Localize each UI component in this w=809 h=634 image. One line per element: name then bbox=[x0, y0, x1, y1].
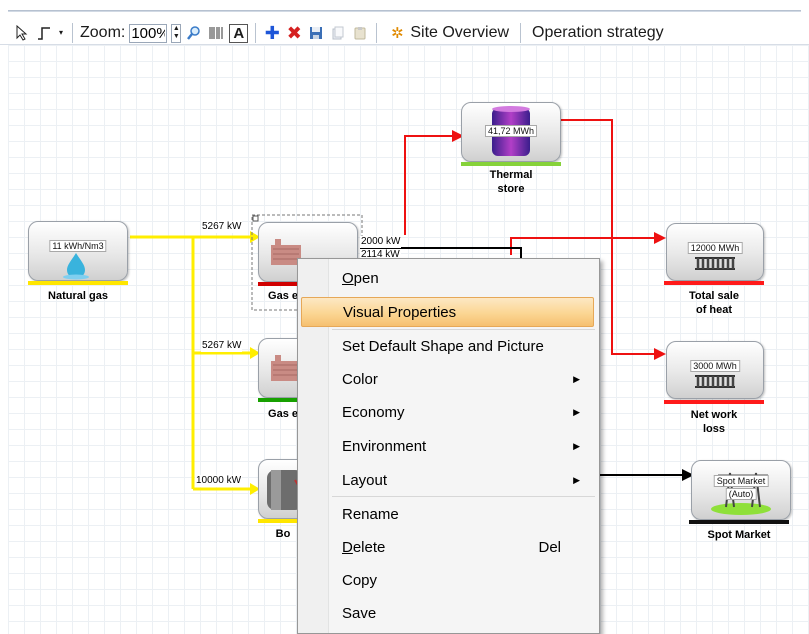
menu-item-layout[interactable]: Layout ▶ bbox=[301, 465, 594, 495]
barcode-icon[interactable] bbox=[207, 24, 225, 42]
open-label-rest: pen bbox=[353, 269, 379, 287]
magnifier-icon[interactable] bbox=[185, 24, 203, 42]
thermal-store-bar bbox=[461, 162, 561, 166]
zoom-input[interactable] bbox=[129, 23, 168, 43]
operation-strategy-button[interactable]: Operation strategy bbox=[528, 22, 668, 44]
net-work-loss-label-2: loss bbox=[702, 423, 725, 435]
toolbar-separator bbox=[72, 23, 73, 43]
spot-market-bar bbox=[689, 520, 789, 524]
menu-item-visual-properties-label: Visual Properties bbox=[343, 303, 457, 321]
menu-item-open[interactable]: Open bbox=[301, 263, 594, 293]
site-overview-label: Site Overview bbox=[410, 24, 510, 41]
delete-shortcut: Del bbox=[538, 538, 561, 556]
thermal-store-label-1: Thermal bbox=[489, 169, 533, 181]
total-sale-label-2: of heat bbox=[695, 304, 733, 316]
context-menu: Open Visual Properties Set Default Shape… bbox=[297, 258, 600, 634]
heat-line-to-store bbox=[404, 135, 455, 235]
menu-item-open-label: Open bbox=[342, 270, 379, 287]
node-net-work-loss[interactable]: 3000 MWh bbox=[666, 341, 764, 399]
node-total-sale[interactable]: 12000 MWh bbox=[666, 223, 764, 281]
menu-item-copy[interactable]: Copy bbox=[301, 565, 594, 595]
arrow-net-work-loss bbox=[654, 348, 666, 360]
toolbar-separator bbox=[376, 23, 378, 43]
flow-label-boiler: 10000 kW bbox=[195, 475, 243, 487]
water-drop-icon bbox=[63, 253, 89, 280]
add-icon[interactable]: ✚ bbox=[263, 24, 281, 42]
menu-item-environment[interactable]: Environment ▶ bbox=[301, 431, 594, 461]
delete-label-rest: elete bbox=[352, 538, 386, 556]
menu-item-economy-label: Economy bbox=[342, 403, 405, 421]
connector-icon[interactable] bbox=[35, 24, 53, 42]
spin-up-icon[interactable]: ▲ bbox=[172, 25, 180, 33]
pointer-icon[interactable] bbox=[13, 24, 31, 42]
spot-market-label: Spot Market bbox=[707, 529, 771, 541]
total-sale-value: 12000 MWh bbox=[687, 242, 743, 254]
toolbar-divider bbox=[8, 10, 801, 12]
submenu-arrow-icon: ▶ bbox=[573, 474, 580, 485]
submenu-arrow-icon: ▶ bbox=[573, 406, 580, 417]
spot-market-value-1: Spot Market bbox=[713, 475, 769, 487]
total-sale-label-1: Total sale bbox=[689, 290, 739, 302]
delete-icon[interactable]: ✖ bbox=[285, 24, 303, 42]
delete-access-key: D bbox=[342, 538, 353, 556]
spin-down-icon[interactable]: ▼ bbox=[172, 33, 180, 41]
menu-item-economy[interactable]: Economy ▶ bbox=[301, 397, 594, 427]
natural-gas-value: 11 kWh/Nm3 bbox=[49, 240, 107, 252]
menu-item-save-label: Save bbox=[342, 604, 377, 622]
open-access-key: O bbox=[342, 269, 354, 287]
spot-market-value-2: (Auto) bbox=[725, 488, 757, 500]
node-spot-market[interactable]: Spot Market (Auto) bbox=[691, 460, 791, 520]
site-overview-icon: ✲ bbox=[391, 24, 404, 42]
net-work-loss-bar bbox=[664, 400, 764, 404]
radiator-icon bbox=[695, 375, 735, 388]
net-work-loss-value: 3000 MWh bbox=[690, 360, 740, 372]
menu-item-visual-properties[interactable]: Visual Properties bbox=[301, 297, 594, 327]
heat-line-to-sale bbox=[510, 237, 656, 255]
menu-item-rename[interactable]: Rename bbox=[301, 499, 594, 529]
dropdown-arrow-icon[interactable]: ▾ bbox=[57, 24, 65, 42]
natural-gas-bar bbox=[28, 281, 128, 285]
save-icon[interactable] bbox=[307, 24, 325, 42]
thermal-store-value: 41,72 MWh bbox=[484, 125, 538, 137]
menu-item-set-default[interactable]: Set Default Shape and Picture bbox=[301, 331, 594, 361]
net-work-loss-label-1: Net work bbox=[690, 409, 738, 421]
flow-label-power: 2000 kW bbox=[360, 236, 402, 248]
operation-strategy-label: Operation strategy bbox=[532, 24, 664, 41]
total-sale-bar bbox=[664, 281, 764, 285]
menu-item-color-label: Color bbox=[342, 370, 378, 388]
selection-handle bbox=[252, 215, 259, 222]
menu-item-copy-label: Copy bbox=[342, 571, 378, 589]
thermal-store-label-2: store bbox=[497, 183, 525, 195]
toolbar: ▾ Zoom: ▲ ▼ A ✚ ✖ ✲ Site Overview bbox=[0, 0, 809, 45]
natural-gas-label: Natural gas bbox=[48, 290, 108, 302]
flow-label-engine-1: 5267 kW bbox=[201, 221, 243, 233]
site-overview-button[interactable]: ✲ Site Overview bbox=[384, 22, 513, 44]
zoom-spinner[interactable]: ▲ ▼ bbox=[171, 23, 182, 43]
node-natural-gas[interactable]: 11 kWh/Nm3 bbox=[28, 221, 128, 281]
zoom-label: Zoom: bbox=[80, 24, 126, 41]
submenu-arrow-icon: ▶ bbox=[573, 440, 580, 451]
submenu-arrow-icon: ▶ bbox=[573, 373, 580, 384]
menu-item-delete-label: Delete bbox=[342, 539, 385, 556]
menu-separator bbox=[332, 329, 595, 330]
radiator-icon bbox=[695, 257, 735, 270]
flow-label-engine-2: 5267 kW bbox=[201, 340, 243, 352]
menu-item-layout-label: Layout bbox=[342, 471, 388, 489]
toolbar-separator bbox=[520, 23, 522, 43]
menu-item-save[interactable]: Save bbox=[301, 598, 594, 628]
gas-lines bbox=[130, 235, 254, 491]
paste-icon[interactable] bbox=[351, 24, 369, 42]
menu-item-environment-label: Environment bbox=[342, 437, 427, 455]
menu-item-set-default-label: Set Default Shape and Picture bbox=[342, 337, 544, 355]
menu-separator bbox=[332, 496, 595, 497]
node-thermal-store[interactable]: 41,72 MWh bbox=[461, 102, 561, 162]
menu-item-delete[interactable]: Delete Del bbox=[301, 532, 594, 562]
menu-item-color[interactable]: Color ▶ bbox=[301, 364, 594, 394]
copy-icon[interactable] bbox=[329, 24, 347, 42]
toolbar-row: ▾ Zoom: ▲ ▼ A ✚ ✖ ✲ Site Overview bbox=[13, 20, 668, 46]
arrow-total-sale bbox=[654, 232, 666, 244]
toolbar-separator bbox=[255, 23, 257, 43]
font-icon[interactable]: A bbox=[229, 23, 249, 43]
menu-item-rename-label: Rename bbox=[342, 505, 399, 523]
